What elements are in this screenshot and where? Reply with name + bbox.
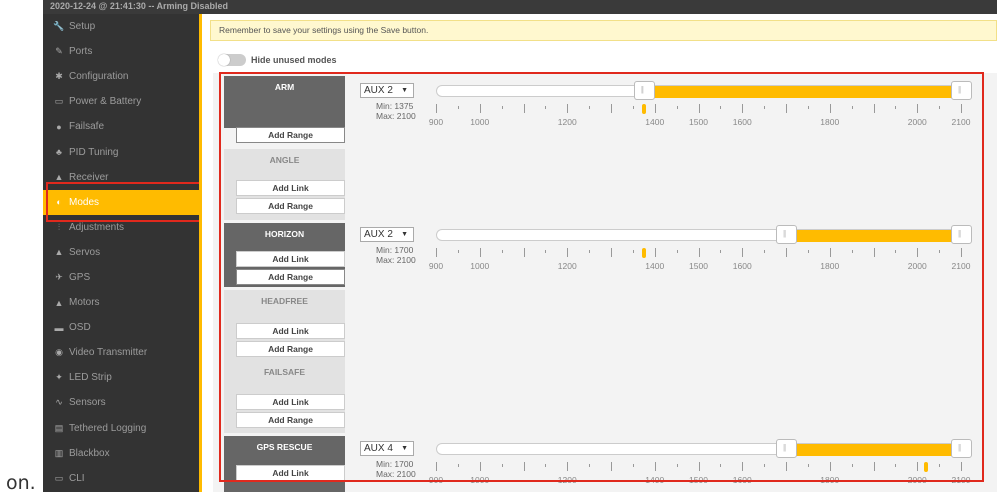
sidebar-item-sensors[interactable]: ∿ Sensors bbox=[43, 390, 199, 415]
pid-icon: ♣ bbox=[56, 147, 62, 158]
hide-unused-row: Hide unused modes bbox=[218, 54, 337, 66]
sidebar-item-label: Power & Battery bbox=[69, 96, 142, 108]
battery-icon: ▭ bbox=[54, 96, 64, 107]
sidebar-item-label: Motors bbox=[69, 297, 100, 309]
plug-icon: ✎ bbox=[55, 46, 63, 57]
sidebar-item-gps[interactable]: ✈ GPS bbox=[43, 265, 199, 290]
sidebar-item-label: Adjustments bbox=[69, 221, 125, 233]
screenshot: { "prefix_text": "on.", "status_bar": "2… bbox=[0, 0, 997, 492]
failsafe-icon: ● bbox=[56, 121, 62, 132]
hide-unused-toggle[interactable] bbox=[218, 54, 246, 66]
sidebar-item-label: Tethered Logging bbox=[69, 422, 147, 434]
save-notice: Remember to save your settings using the… bbox=[210, 20, 997, 41]
sidebar-item-blackbox[interactable]: ▥ Blackbox bbox=[43, 441, 199, 466]
led-icon: ✦ bbox=[55, 372, 63, 383]
hide-unused-label: Hide unused modes bbox=[251, 55, 337, 65]
sidebar-item-label: Blackbox bbox=[69, 447, 110, 459]
motor-icon: ▲ bbox=[54, 297, 64, 308]
sidebar-item-label: PID Tuning bbox=[69, 146, 119, 158]
sidebar-item-servos[interactable]: ▲ Servos bbox=[43, 240, 199, 265]
sidebar-item-label: Receiver bbox=[69, 171, 109, 183]
sidebar-item-label: Failsafe bbox=[69, 121, 105, 133]
vtx-icon: ◉ bbox=[55, 347, 63, 358]
sidebar-item-label: OSD bbox=[69, 322, 91, 334]
sensors-icon: ∿ bbox=[55, 397, 63, 408]
sidebar-item-label: Ports bbox=[69, 46, 93, 58]
gps-icon: ✈ bbox=[55, 271, 63, 282]
sidebar-item-label: GPS bbox=[69, 271, 91, 283]
sidebar-item-video-transmitter[interactable]: ◉ Video Transmitter bbox=[43, 340, 199, 365]
sidebar-item-setup[interactable]: 🔧 Setup bbox=[43, 14, 199, 39]
modes-highlight-box-main bbox=[219, 72, 984, 482]
modes-highlight-box bbox=[46, 182, 203, 222]
sidebar-item-led-strip[interactable]: ✦ LED Strip bbox=[43, 365, 199, 390]
servo-icon: ▲ bbox=[54, 247, 64, 258]
status-bar: 2020-12-24 @ 21:41:30 -- Arming Disabled bbox=[43, 0, 997, 14]
sidebar-item-label: Sensors bbox=[69, 397, 106, 409]
osd-icon: ▬ bbox=[54, 322, 64, 333]
sidebar-item-failsafe[interactable]: ● Failsafe bbox=[43, 114, 199, 139]
sidebar-item-pid-tuning[interactable]: ♣ PID Tuning bbox=[43, 139, 199, 164]
sidebar-nav: 🔧 Setup ✎ Ports ✱ Configuration ▭ Power & Batte… bbox=[43, 14, 199, 492]
prefix-text: on. bbox=[6, 472, 36, 492]
sidebar-item-label: Video Transmitter bbox=[69, 347, 148, 359]
cli-icon: ▭ bbox=[54, 472, 64, 483]
wrench-icon: 🔧 bbox=[53, 21, 65, 32]
sidebar-item-power-battery[interactable]: ▭ Power & Battery bbox=[43, 89, 199, 114]
sidebar-item-label: Servos bbox=[69, 246, 101, 258]
sidebar-item-cli[interactable]: ▭ CLI bbox=[43, 466, 199, 491]
receiver-icon: ▲ bbox=[54, 172, 64, 183]
sidebar-item-ports[interactable]: ✎ Ports bbox=[43, 39, 199, 64]
status-bar-text: 2020-12-24 @ 21:41:30 -- Arming Disabled bbox=[50, 1, 229, 11]
gear-icon: ✱ bbox=[55, 71, 63, 82]
logging-icon: ▤ bbox=[54, 422, 64, 433]
sidebar-item-label: CLI bbox=[69, 472, 85, 484]
sidebar-item-label: Setup bbox=[69, 21, 96, 33]
sidebar-item-osd[interactable]: ▬ OSD bbox=[43, 315, 199, 340]
sidebar-item-label: LED Strip bbox=[69, 372, 112, 384]
blackbox-icon: ▥ bbox=[54, 447, 64, 458]
sidebar-item-label: Configuration bbox=[69, 71, 129, 83]
sidebar-item-motors[interactable]: ▲ Motors bbox=[43, 290, 199, 315]
sidebar-item-tethered-logging[interactable]: ▤ Tethered Logging bbox=[43, 416, 199, 441]
adjustments-icon: ⫶ bbox=[57, 221, 61, 232]
sidebar-item-configuration[interactable]: ✱ Configuration bbox=[43, 64, 199, 89]
